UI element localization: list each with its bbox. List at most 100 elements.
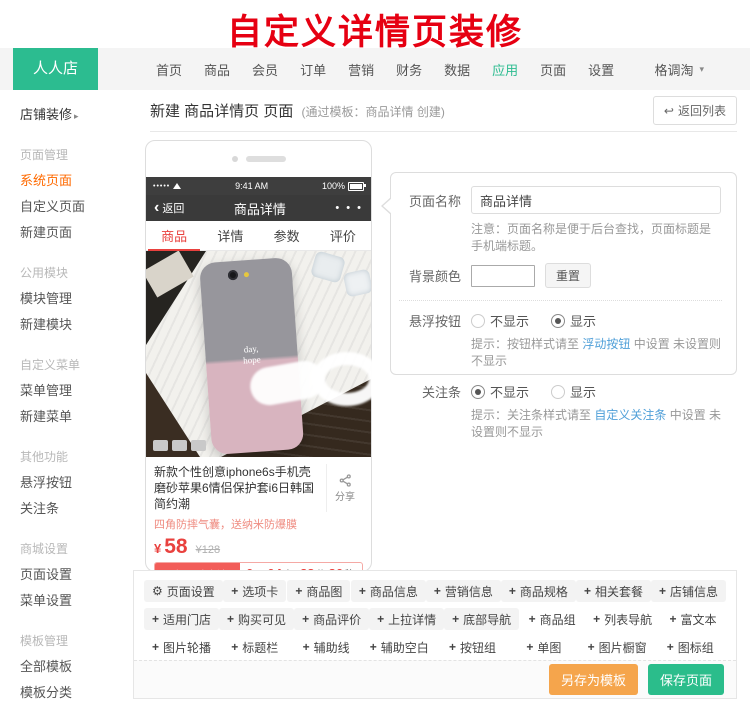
chevron-left-icon: ‹: [154, 199, 160, 216]
follow-bar-radio-show[interactable]: 显示: [551, 382, 596, 401]
sidebar-item-new-menu[interactable]: 新建菜单: [20, 404, 133, 430]
palette-add-pullup-detail-button[interactable]: + 上拉详情: [369, 608, 445, 630]
sidebar-item-menu-mgmt[interactable]: 菜单管理: [20, 378, 133, 404]
plus-icon: +: [369, 640, 377, 654]
brand-logo[interactable]: 人人店: [13, 48, 99, 90]
palette-add-icon-group-button[interactable]: + 图标组: [659, 636, 722, 658]
palette-add-shop-info-button[interactable]: + 店铺信息: [650, 580, 726, 602]
save-page-button[interactable]: 保存页面: [647, 664, 724, 695]
palette-add-marketing-info-button[interactable]: + 营销信息: [425, 580, 501, 602]
nav-item-settings[interactable]: 设置: [588, 60, 614, 79]
nav-item-pages[interactable]: 页面: [540, 60, 566, 79]
palette-add-list-nav-button[interactable]: + 列表导航: [585, 608, 660, 630]
radio-unchecked-icon: [551, 384, 566, 399]
phone-back-label: 返回: [162, 203, 185, 215]
image-thumbnails[interactable]: [153, 440, 206, 451]
tab-goods[interactable]: 商品: [146, 221, 202, 251]
phone-status-bar: ••••• 9:41 AM 100%: [146, 177, 371, 195]
gear-icon: ⚙: [152, 584, 163, 598]
battery-percent: 100%: [321, 181, 345, 191]
follow-bar-radio-hide[interactable]: 不显示: [471, 382, 529, 401]
palette-add-button-group-button[interactable]: + 按钮组: [441, 636, 504, 658]
product-title: 新款个性创意iphone6s手机壳磨砂苹果6情侣保护套i6日韩国简约潮: [154, 465, 315, 511]
palette-add-product-info-button[interactable]: + 商品信息: [350, 580, 426, 602]
palette-add-stores-button[interactable]: + 适用门店: [144, 608, 220, 630]
more-dots-icon[interactable]: • • •: [335, 202, 363, 214]
current-price: 58: [164, 535, 188, 558]
original-price: ¥128: [195, 544, 221, 556]
nav-item-members[interactable]: 会员: [252, 60, 278, 79]
float-button-link[interactable]: 浮动按钮: [582, 337, 630, 351]
palette-add-carousel-button[interactable]: + 图片轮播: [144, 636, 219, 658]
sidebar-item-menu-settings[interactable]: 菜单设置: [20, 588, 133, 614]
palette-add-rich-text-button[interactable]: + 富文本: [662, 608, 725, 630]
sidebar-item-custom-pages[interactable]: 自定义页面: [20, 194, 133, 220]
palette-footer: 另存为模板 保存页面: [134, 660, 736, 698]
sidebar-item-float-button[interactable]: 悬浮按钮: [20, 470, 133, 496]
user-menu[interactable]: 格调淘 ▾: [654, 60, 704, 79]
nav-item-apps[interactable]: 应用: [492, 60, 518, 79]
palette-add-single-image-button[interactable]: + 单图: [518, 636, 569, 658]
radio-checked-icon: [551, 313, 566, 328]
currency-symbol: ¥: [154, 541, 162, 556]
sidebar-item-module-mgmt[interactable]: 模块管理: [20, 286, 133, 312]
sidebar-item-new-module[interactable]: 新建模块: [20, 312, 133, 338]
palette-add-related-bundle-button[interactable]: + 相关套餐: [575, 580, 651, 602]
palette-add-bottom-nav-button[interactable]: + 底部导航: [444, 608, 520, 630]
bg-color-reset-button[interactable]: 重置: [545, 263, 592, 288]
price-row: ¥ 58 ¥128: [146, 533, 371, 560]
component-palette: ⚙ 页面设置 + 选项卡 + 商品图 + 商品信息 + 营销信息 + 商品规格 + 相关套餐 …: [133, 570, 737, 699]
sidebar-title[interactable]: 店铺装修 ▸: [20, 102, 133, 128]
tab-params[interactable]: 参数: [259, 221, 315, 250]
sidebar-item-page-settings[interactable]: 页面设置: [20, 562, 133, 588]
product-tabs: 商品 详情 参数 评价: [146, 221, 371, 251]
form-divider: [399, 300, 722, 301]
back-to-list-button[interactable]: ↩ 返回列表: [652, 96, 737, 125]
palette-add-title-bar-button[interactable]: + 标题栏: [223, 636, 286, 658]
phone-back-button[interactable]: ‹ 返回: [154, 200, 184, 216]
status-time: 9:41 AM: [235, 181, 269, 191]
float-button-hint: 提示：按钮样式请至 浮动按钮 中设置 未设置则不显示: [471, 337, 722, 368]
page-name-input[interactable]: [471, 186, 721, 214]
sidebar-item-template-categories[interactable]: 模板分类: [20, 680, 133, 706]
radio-checked-icon: [471, 384, 485, 399]
plus-icon: +: [231, 640, 239, 654]
tab-reviews[interactable]: 评价: [315, 221, 371, 250]
palette-add-image-window-button[interactable]: + 图片橱窗: [580, 636, 655, 658]
plus-icon: +: [669, 612, 677, 626]
nav-item-orders[interactable]: 订单: [300, 60, 326, 79]
plus-icon: +: [528, 612, 536, 626]
palette-add-buy-visible-button[interactable]: + 购买可见: [219, 608, 295, 630]
palette-add-tabs-button[interactable]: + 选项卡: [223, 580, 287, 602]
palette-page-settings-button[interactable]: ⚙ 页面设置: [144, 580, 223, 602]
follow-bar-hint: 提示：关注条样式请至 自定义关注条 中设置 未设置则不显示: [471, 408, 722, 439]
nav-item-home[interactable]: 首页: [156, 60, 182, 79]
nav-item-data[interactable]: 数据: [444, 60, 470, 79]
share-button[interactable]: 分享: [326, 464, 363, 512]
page-name-note: 注意：页面名称是便于后台查找，页面标题是手机端标题。: [471, 222, 712, 253]
save-as-template-button[interactable]: 另存为模板: [548, 664, 638, 695]
bg-color-swatch[interactable]: [471, 264, 535, 287]
nav-item-marketing[interactable]: 营销: [348, 60, 374, 79]
sidebar-item-follow-bar[interactable]: 关注条: [20, 496, 133, 522]
plus-icon: +: [302, 612, 310, 626]
nav-item-finance[interactable]: 财务: [396, 60, 422, 79]
follow-bar-link[interactable]: 自定义关注条: [594, 408, 666, 422]
sidebar-group-shared-modules: 公用模块: [20, 266, 69, 280]
sidebar-item-new-page[interactable]: 新建页面: [20, 220, 133, 246]
palette-add-reviews-button[interactable]: + 商品评价: [294, 608, 370, 630]
tab-detail[interactable]: 详情: [202, 221, 258, 250]
palette-add-blank-space-button[interactable]: + 辅助空白: [362, 636, 437, 658]
palette-add-product-image-button[interactable]: + 商品图: [287, 580, 351, 602]
sidebar-item-system-pages[interactable]: 系统页面: [20, 168, 133, 194]
sidebar-item-all-templates[interactable]: 全部模板: [20, 654, 133, 680]
palette-add-product-group-button[interactable]: + 商品组: [521, 608, 584, 630]
float-button-radio-show[interactable]: 显示: [551, 311, 596, 330]
float-button-radio-hide[interactable]: 不显示: [471, 311, 529, 330]
palette-add-product-specs-button[interactable]: + 商品规格: [500, 580, 576, 602]
plus-icon: +: [358, 584, 366, 598]
plus-icon: +: [583, 584, 591, 598]
palette-add-divider-line-button[interactable]: + 辅助线: [295, 636, 358, 658]
plus-icon: +: [452, 612, 460, 626]
nav-item-goods[interactable]: 商品: [204, 60, 230, 79]
